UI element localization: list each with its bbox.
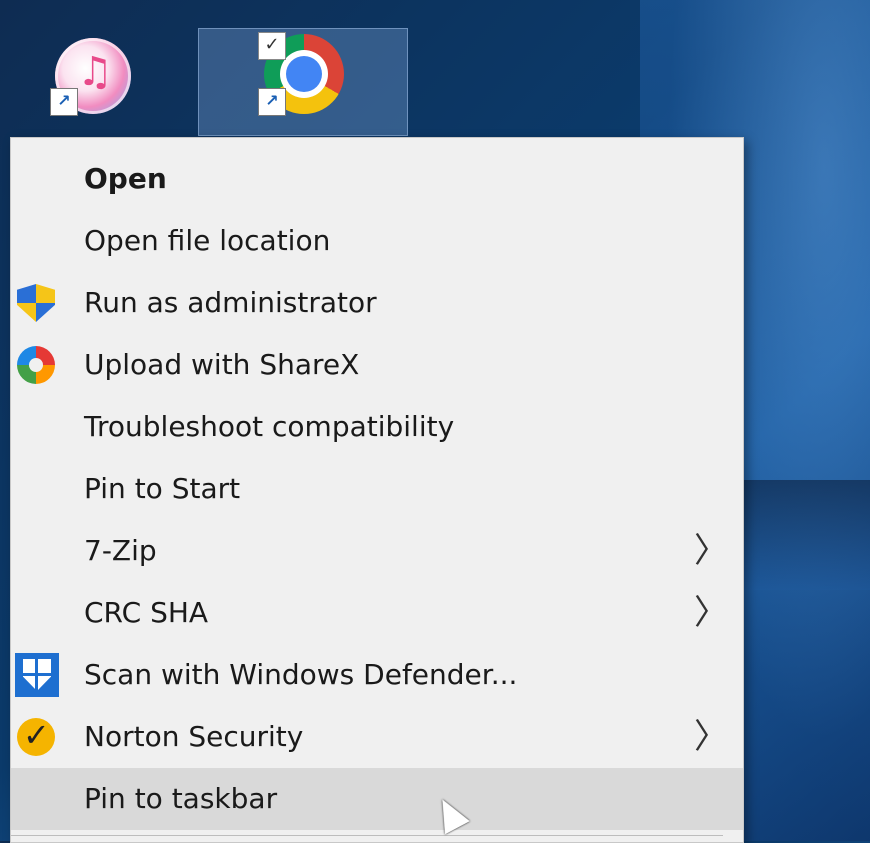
uac-shield-icon	[17, 284, 55, 322]
menu-item-scan-with-windows-defender[interactable]: Scan with Windows Defender...	[11, 644, 743, 706]
windows-defender-icon	[15, 653, 59, 697]
shortcut-arrow-icon: ↗	[258, 88, 286, 116]
menu-item-label: Scan with Windows Defender...	[84, 658, 518, 691]
chevron-right-icon: 〉	[694, 717, 728, 757]
menu-item-label: 7-Zip	[84, 534, 157, 567]
selection-checkbox-icon[interactable]: ✓	[258, 32, 286, 60]
menu-item-troubleshoot-compatibility[interactable]: Troubleshoot compatibility	[11, 396, 743, 458]
menu-item-pin-to-start[interactable]: Pin to Start	[11, 458, 743, 520]
menu-separator	[11, 835, 723, 836]
menu-item-norton-security[interactable]: ✓ Norton Security 〉	[11, 706, 743, 768]
chevron-right-icon: 〉	[694, 593, 728, 633]
shortcut-arrow-icon: ↗	[50, 88, 78, 116]
menu-item-label: Pin to Start	[84, 472, 241, 505]
norton-icon: ✓	[17, 716, 55, 756]
menu-item-upload-with-sharex[interactable]: Upload with ShareX	[11, 334, 743, 396]
menu-item-label: Troubleshoot compatibility	[84, 410, 455, 443]
menu-item-crc-sha[interactable]: CRC SHA 〉	[11, 582, 743, 644]
chevron-right-icon: 〉	[694, 531, 728, 571]
menu-item-open-file-location[interactable]: Open file location	[11, 210, 743, 272]
menu-item-run-as-administrator[interactable]: Run as administrator	[11, 272, 743, 334]
menu-item-7-zip[interactable]: 7-Zip 〉	[11, 520, 743, 582]
menu-item-label: Open file location	[84, 224, 331, 257]
menu-item-label: Run as administrator	[84, 286, 377, 319]
menu-item-label: Pin to taskbar	[84, 782, 278, 815]
menu-item-pin-to-taskbar[interactable]: Pin to taskbar	[11, 768, 743, 830]
menu-item-label: Open	[84, 162, 167, 195]
context-menu: Open Open file location Run as administr…	[10, 137, 744, 843]
menu-item-label: CRC SHA	[84, 596, 209, 629]
sharex-icon	[17, 346, 55, 384]
menu-item-label: Norton Security	[84, 720, 304, 753]
menu-item-open[interactable]: Open	[11, 148, 743, 210]
menu-item-label: Upload with ShareX	[84, 348, 360, 381]
